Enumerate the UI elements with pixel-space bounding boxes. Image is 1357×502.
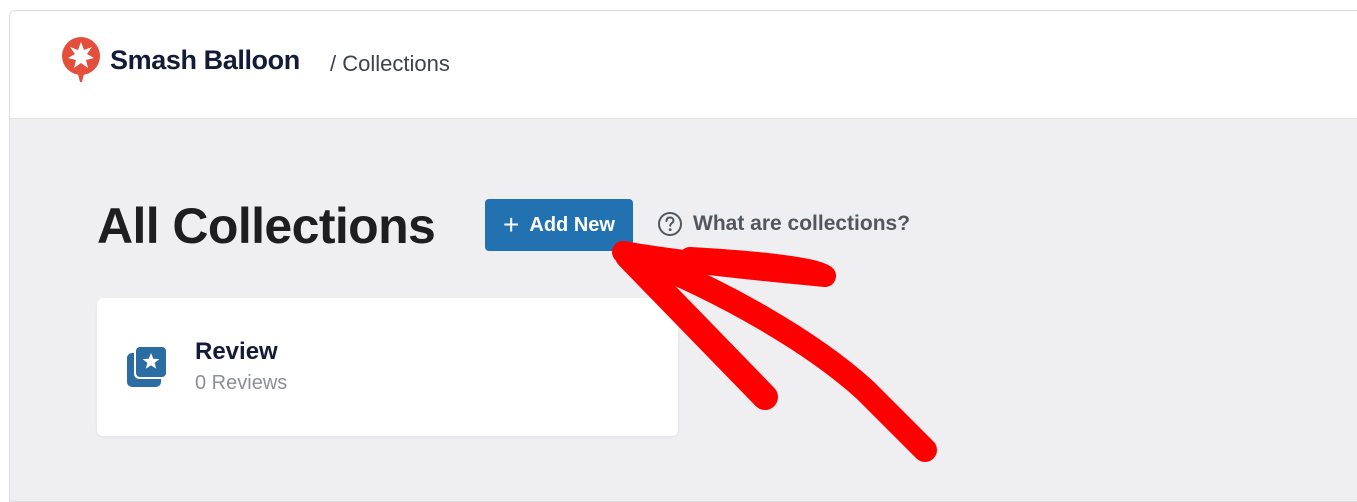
what-are-collections-link[interactable]: What are collections? — [657, 211, 910, 237]
plus-icon: + — [503, 209, 520, 240]
help-link-label: What are collections? — [693, 212, 911, 235]
top-header: Smash Balloon / Collections — [10, 11, 1357, 119]
collection-count: 0 Reviews — [195, 372, 288, 394]
smash-balloon-logo-icon — [62, 37, 100, 82]
add-new-button[interactable]: + Add New — [485, 199, 633, 251]
app-frame: Smash Balloon / Collections All Collecti… — [9, 10, 1357, 502]
collection-star-icon — [127, 345, 168, 387]
question-circle-icon — [658, 212, 682, 236]
collection-name: Review — [195, 338, 278, 365]
brand-name: Smash Balloon — [110, 45, 300, 75]
add-new-label: Add New — [529, 213, 615, 236]
page-title: All Collections — [97, 198, 436, 254]
collection-card[interactable]: Review 0 Reviews — [97, 298, 678, 436]
breadcrumb[interactable]: / Collections — [330, 51, 450, 77]
